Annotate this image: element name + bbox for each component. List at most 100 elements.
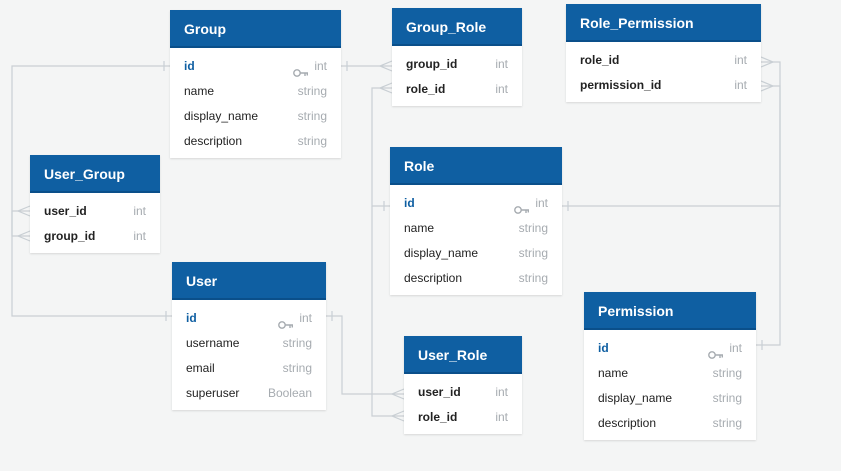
field-type-label: int: [133, 229, 146, 243]
connector-many-mark: [760, 80, 775, 92]
connector-role-grouprole: [371, 87, 392, 207]
primary-key-icon: [514, 199, 530, 214]
field-type-label: string: [712, 391, 742, 405]
field-type-label: string: [297, 84, 327, 98]
field-row-group-id[interactable]: group_id int: [30, 224, 160, 249]
field-type-label: int: [133, 204, 146, 218]
connector-many-mark: [378, 82, 393, 94]
field-name: role_id: [406, 82, 446, 96]
table-header[interactable]: Role_Permission: [566, 4, 761, 42]
field-list: role_id int permission_id int: [566, 42, 761, 102]
field-row-description[interactable]: description string: [584, 411, 756, 436]
field-type: string: [713, 361, 742, 386]
field-name: permission_id: [580, 78, 662, 92]
field-type: string: [298, 129, 327, 154]
field-row-name[interactable]: name string: [170, 79, 341, 104]
field-row-role-id[interactable]: role_id int: [566, 48, 761, 73]
table-header[interactable]: User_Role: [404, 336, 522, 374]
table-header[interactable]: Group: [170, 10, 341, 48]
primary-key-icon: [708, 344, 724, 359]
field-type-label: int: [734, 78, 747, 92]
field-row-permission-id[interactable]: permission_id int: [566, 73, 761, 98]
connector-many-mark: [16, 205, 31, 217]
field-list: id int username string email string superuser B…: [172, 300, 326, 410]
connector-many-mark: [390, 410, 405, 422]
field-name: group_id: [406, 57, 458, 71]
field-type-label: int: [535, 196, 548, 210]
table-user-group[interactable]: User_Group user_id int group_id int: [30, 155, 160, 253]
field-row-display-name[interactable]: display_name string: [584, 386, 756, 411]
field-type: int: [495, 380, 508, 405]
field-name: display_name: [404, 246, 479, 260]
field-type: string: [713, 386, 742, 411]
table-permission[interactable]: Permission id int name string display_name st…: [584, 292, 756, 440]
field-list: id int name string display_name string descrip…: [170, 48, 341, 158]
field-row-id[interactable]: id int: [172, 306, 326, 331]
field-row-role-id[interactable]: role_id int: [404, 405, 522, 430]
field-type-label: string: [518, 271, 548, 285]
connector-user-userrole: [326, 315, 404, 395]
field-type-label: Boolean: [267, 386, 312, 400]
field-type: int: [293, 54, 327, 79]
field-type-label: string: [518, 221, 548, 235]
field-type: Boolean: [268, 381, 312, 406]
field-type: int: [514, 191, 548, 216]
field-name: description: [404, 271, 463, 285]
field-row-id[interactable]: id int: [584, 336, 756, 361]
table-group[interactable]: Group id int name string display_name string d…: [170, 10, 341, 158]
field-type: string: [283, 356, 312, 381]
table-role-permission[interactable]: Role_Permission role_id int permission_id i…: [566, 4, 761, 102]
table-header[interactable]: Permission: [584, 292, 756, 330]
connector-many-mark: [378, 60, 393, 72]
connector-permission-rolepermission: [756, 85, 781, 346]
field-row-name[interactable]: name string: [584, 361, 756, 386]
field-row-display-name[interactable]: display_name string: [170, 104, 341, 129]
field-row-display-name[interactable]: display_name string: [390, 241, 562, 266]
table-user[interactable]: User id int username string email string super…: [172, 262, 326, 410]
field-name: name: [404, 221, 435, 235]
field-row-email[interactable]: email string: [172, 356, 326, 381]
field-row-description[interactable]: description string: [170, 129, 341, 154]
field-type: int: [133, 224, 146, 249]
table-user-role[interactable]: User_Role user_id int role_id int: [404, 336, 522, 434]
connector-many-mark: [390, 388, 405, 400]
field-type: int: [495, 405, 508, 430]
field-row-user-id[interactable]: user_id int: [30, 199, 160, 224]
table-role[interactable]: Role id int name string display_name string de…: [390, 147, 562, 295]
field-list: user_id int role_id int: [404, 374, 522, 434]
table-group-role[interactable]: Group_Role group_id int role_id int: [392, 8, 522, 106]
field-type: string: [298, 104, 327, 129]
field-name: name: [184, 84, 215, 98]
field-name: description: [184, 134, 243, 148]
field-type: string: [519, 241, 548, 266]
field-name: user_id: [44, 204, 87, 218]
field-type: int: [495, 77, 508, 102]
field-type-label: string: [297, 109, 327, 123]
field-type: int: [708, 336, 742, 361]
field-row-id[interactable]: id int: [170, 54, 341, 79]
field-row-superuser[interactable]: superuser Boolean: [172, 381, 326, 406]
field-type: int: [133, 199, 146, 224]
field-name: group_id: [44, 229, 96, 243]
field-type-label: int: [495, 410, 508, 424]
table-header[interactable]: Role: [390, 147, 562, 185]
primary-key-icon: [293, 62, 309, 77]
field-row-description[interactable]: description string: [390, 266, 562, 291]
table-header[interactable]: Group_Role: [392, 8, 522, 46]
field-row-id[interactable]: id int: [390, 191, 562, 216]
field-type-label: int: [495, 385, 508, 399]
field-row-user-id[interactable]: user_id int: [404, 380, 522, 405]
table-header[interactable]: User: [172, 262, 326, 300]
field-row-group-id[interactable]: group_id int: [392, 52, 522, 77]
field-row-username[interactable]: username string: [172, 331, 326, 356]
field-name: description: [598, 416, 657, 430]
field-row-name[interactable]: name string: [390, 216, 562, 241]
er-diagram-canvas: Group id int name string display_name string d…: [0, 0, 841, 471]
field-list: id int name string display_name string descrip…: [584, 330, 756, 440]
field-row-role-id[interactable]: role_id int: [392, 77, 522, 102]
field-name: role_id: [580, 53, 620, 67]
field-list: user_id int group_id int: [30, 193, 160, 253]
field-type: string: [713, 411, 742, 436]
connector-many-mark: [760, 56, 775, 68]
table-header[interactable]: User_Group: [30, 155, 160, 193]
